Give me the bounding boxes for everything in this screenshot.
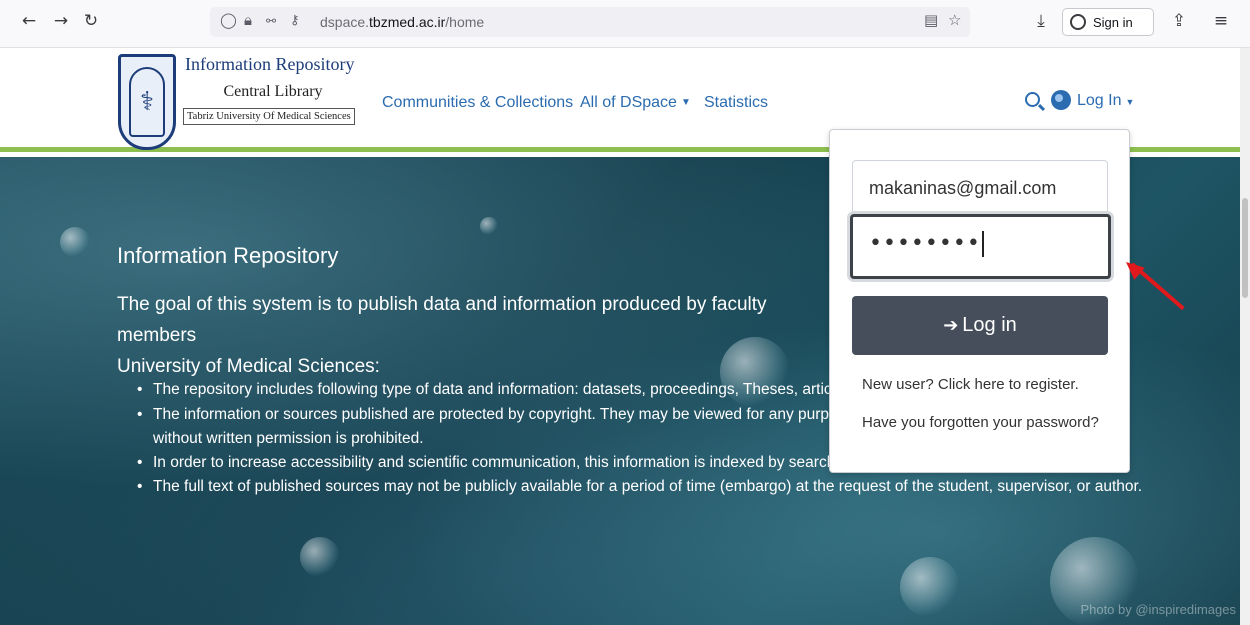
email-field[interactable]: makaninas@gmail.com bbox=[852, 160, 1108, 215]
url-prefix: dspace. bbox=[320, 14, 370, 30]
account-icon bbox=[1070, 14, 1086, 30]
url-domain: tbzmed.ac.ir bbox=[369, 14, 446, 30]
back-icon[interactable]: ← bbox=[18, 10, 40, 32]
caduceus-icon: ⚕ bbox=[129, 67, 165, 137]
key-icon[interactable]: ⚷ bbox=[290, 13, 300, 28]
text-cursor bbox=[981, 231, 984, 257]
nav-all-of-dspace-label: All of DSpace bbox=[580, 94, 677, 111]
login-menu-toggle[interactable]: Log In ▼ bbox=[1077, 92, 1134, 110]
nav-all-of-dspace[interactable]: All of DSpace ▼ bbox=[580, 94, 691, 112]
share-icon[interactable]: ⇪ bbox=[1168, 10, 1190, 32]
bookmark-star-icon[interactable]: ☆ bbox=[948, 11, 961, 29]
login-menu-label: Log In bbox=[1077, 92, 1122, 109]
search-icon[interactable] bbox=[1025, 92, 1040, 107]
forgot-password-link[interactable]: Have you forgotten your password? bbox=[862, 414, 1099, 431]
reload-icon[interactable]: ↻ bbox=[80, 10, 102, 32]
url-text[interactable]: dspace.tbzmed.ac.ir/home bbox=[320, 14, 484, 30]
nav-communities-collections[interactable]: Communities & Collections bbox=[382, 94, 573, 112]
caret-down-icon: ▼ bbox=[680, 97, 691, 109]
register-link[interactable]: New user? Click here to register. bbox=[862, 376, 1079, 393]
login-submit-button[interactable]: ➔ Log in bbox=[852, 296, 1108, 355]
language-globe-icon[interactable] bbox=[1051, 90, 1071, 110]
login-dropdown: makaninas@gmail.com •••••••• ➔ Log in New… bbox=[829, 129, 1130, 473]
logo-org: Tabriz University Of Medical Sciences bbox=[183, 108, 355, 125]
browser-toolbar: ← → ↻ ◯ 🔒︎ ⚯ ⚷ dspace.tbzmed.ac.ir/home … bbox=[0, 0, 1250, 48]
hero-description: The goal of this system is to publish da… bbox=[117, 289, 827, 382]
list-item: The full text of published sources may n… bbox=[137, 475, 1217, 498]
page-scrollbar[interactable] bbox=[1240, 48, 1250, 625]
forward-icon[interactable]: → bbox=[50, 10, 72, 32]
hero-title: Information Repository bbox=[117, 243, 339, 268]
hero-description-line1: The goal of this system is to publish da… bbox=[117, 294, 767, 346]
sign-in-icon: ➔ bbox=[943, 315, 959, 336]
menu-icon[interactable]: ≡ bbox=[1210, 10, 1232, 32]
water-drop-decoration bbox=[300, 537, 340, 577]
reader-icon[interactable]: ▤ bbox=[924, 11, 938, 29]
lock-icon[interactable]: 🔒︎ bbox=[244, 11, 252, 29]
header-actions: Log In ▼ bbox=[1025, 90, 1165, 114]
university-logo[interactable]: ⚕ bbox=[118, 54, 176, 150]
scrollbar-thumb[interactable] bbox=[1242, 198, 1248, 298]
water-drop-decoration bbox=[480, 217, 498, 235]
water-drop-decoration bbox=[900, 557, 960, 617]
caret-down-icon: ▼ bbox=[1125, 97, 1135, 107]
address-bar[interactable]: ◯ 🔒︎ ⚯ ⚷ dspace.tbzmed.ac.ir/home ▤ ☆ bbox=[210, 7, 970, 37]
logo-subtitle: Central Library bbox=[223, 83, 323, 100]
password-field[interactable]: •••••••• bbox=[850, 214, 1111, 279]
url-path: /home bbox=[445, 14, 485, 30]
nav-statistics[interactable]: Statistics bbox=[704, 94, 768, 112]
download-icon[interactable]: ⤓ bbox=[1030, 10, 1052, 32]
password-mask: •••••••• bbox=[869, 231, 981, 256]
login-submit-label: Log in bbox=[962, 314, 1017, 336]
water-drop-decoration bbox=[60, 227, 90, 257]
shield-icon[interactable]: ◯ bbox=[220, 11, 237, 29]
photo-credit[interactable]: Photo by @inspiredimages bbox=[1080, 602, 1236, 617]
sign-in-button[interactable]: Sign in bbox=[1062, 8, 1154, 36]
logo-text[interactable]: Information Repository Central Library T… bbox=[183, 54, 363, 125]
sign-in-label: Sign in bbox=[1093, 15, 1133, 30]
permissions-icon[interactable]: ⚯ bbox=[266, 14, 276, 28]
logo-title: Information Repository bbox=[185, 54, 355, 74]
